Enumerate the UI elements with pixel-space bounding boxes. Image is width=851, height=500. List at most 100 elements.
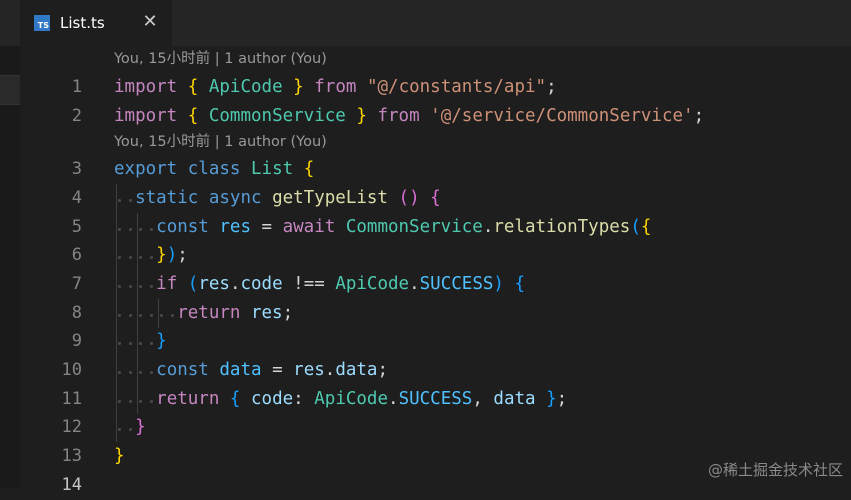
- close-icon[interactable]: ✕: [140, 12, 160, 32]
- code-token: CommonService: [208, 106, 346, 126]
- code-line[interactable]: 11 return { code: ApiCode.SUCCESS, data …: [20, 385, 851, 414]
- code-text: const res = await CommonService.relation…: [114, 213, 651, 242]
- tab-label: List.ts: [60, 14, 105, 32]
- code-token: }: [135, 417, 146, 437]
- code-token: ;: [546, 77, 557, 97]
- whitespace-marker: [128, 199, 132, 202]
- code-token: =: [261, 360, 294, 380]
- line-number: 10: [61, 360, 82, 380]
- code-token: res: [198, 274, 230, 294]
- code-token: {: [303, 159, 315, 179]
- whitespace-marker: [170, 314, 174, 317]
- line-number: 8: [71, 303, 82, 323]
- code-line[interactable]: 4 static async getTypeList () {: [20, 184, 851, 213]
- code-token: .: [324, 360, 336, 380]
- code-token: res: [293, 360, 325, 380]
- code-token: .: [409, 274, 420, 294]
- code-text: export class List {: [114, 155, 314, 184]
- code-token: {: [187, 106, 199, 126]
- line-number: 9: [71, 331, 82, 351]
- code-token: }: [114, 446, 125, 466]
- code-token: relationTypes: [493, 217, 631, 237]
- whitespace-marker: [149, 228, 153, 231]
- code-token: res: [250, 303, 283, 323]
- code-token: ;: [556, 389, 568, 409]
- code-line[interactable]: 5 const res = await CommonService.relati…: [20, 213, 851, 242]
- code-line[interactable]: 7 if (res.code !== ApiCode.SUCCESS) {: [20, 270, 851, 299]
- code-token: async: [208, 188, 262, 208]
- code-token: getTypeList: [272, 188, 388, 208]
- code-token: const: [156, 360, 209, 380]
- code-editor[interactable]: You, 15小时前 | 1 author (You) You, 15小时前 | …: [20, 46, 851, 495]
- code-token: const: [156, 217, 209, 237]
- code-token: }: [356, 106, 367, 126]
- whitespace-marker: [149, 314, 153, 317]
- code-token: }: [293, 77, 304, 97]
- code-line[interactable]: 1 import { ApiCode } from "@/constants/ap…: [20, 73, 851, 102]
- code-token: }: [156, 245, 167, 265]
- tab-bar: TS List.ts ✕: [0, 0, 851, 46]
- codelens-author-info[interactable]: You, 15小时前 | 1 author (You): [114, 129, 327, 155]
- code-token: '@/service/CommonService': [430, 106, 694, 126]
- left-edge-panel: [0, 0, 20, 488]
- code-token: import: [114, 77, 178, 97]
- code-token: .: [482, 217, 494, 237]
- code-token: if: [156, 274, 178, 294]
- codelens-author-info[interactable]: You, 15小时前 | 1 author (You): [114, 46, 327, 72]
- line-number: 14: [61, 475, 82, 495]
- whitespace-marker: [149, 400, 153, 403]
- whitespace-marker: [128, 314, 132, 317]
- code-line[interactable]: 6 });: [20, 241, 851, 270]
- code-token: ,: [472, 389, 494, 409]
- code-line[interactable]: 9 }: [20, 327, 851, 356]
- watermark: @稀土掘金技术社区: [707, 461, 843, 479]
- code-line[interactable]: 2 import { CommonService } from '@/servic…: [20, 102, 851, 131]
- code-token: code: [251, 389, 294, 409]
- tab-list-ts[interactable]: TS List.ts ✕: [20, 0, 172, 46]
- code-line[interactable]: 3 export class List {: [20, 155, 851, 184]
- code-text: if (res.code !== ApiCode.SUCCESS) {: [114, 270, 525, 299]
- code-token: ApiCode: [208, 77, 283, 97]
- line-number: 13: [61, 446, 82, 466]
- code-token: from: [314, 77, 357, 97]
- line-number: 4: [71, 188, 82, 208]
- code-line[interactable]: 10 const data = res.data;: [20, 356, 851, 385]
- indent-guide: [137, 213, 139, 414]
- line-number: 2: [71, 106, 82, 126]
- code-line[interactable]: 8 return res;: [20, 299, 851, 328]
- line-number: 7: [71, 274, 82, 294]
- code-token: {: [187, 77, 199, 97]
- code-line[interactable]: 12 }: [20, 413, 851, 442]
- code-text: const data = res.data;: [114, 356, 388, 385]
- code-token: ;: [282, 303, 294, 323]
- indent-guide: [116, 184, 117, 442]
- code-token: :: [293, 389, 315, 409]
- line-number: 5: [71, 217, 82, 237]
- whitespace-marker: [149, 285, 153, 288]
- code-text: import { ApiCode } from "@/constants/api…: [114, 73, 557, 102]
- code-token: return: [177, 303, 241, 323]
- whitespace-marker: [128, 228, 132, 231]
- code-token: import: [114, 106, 178, 126]
- whitespace-marker: [149, 371, 153, 374]
